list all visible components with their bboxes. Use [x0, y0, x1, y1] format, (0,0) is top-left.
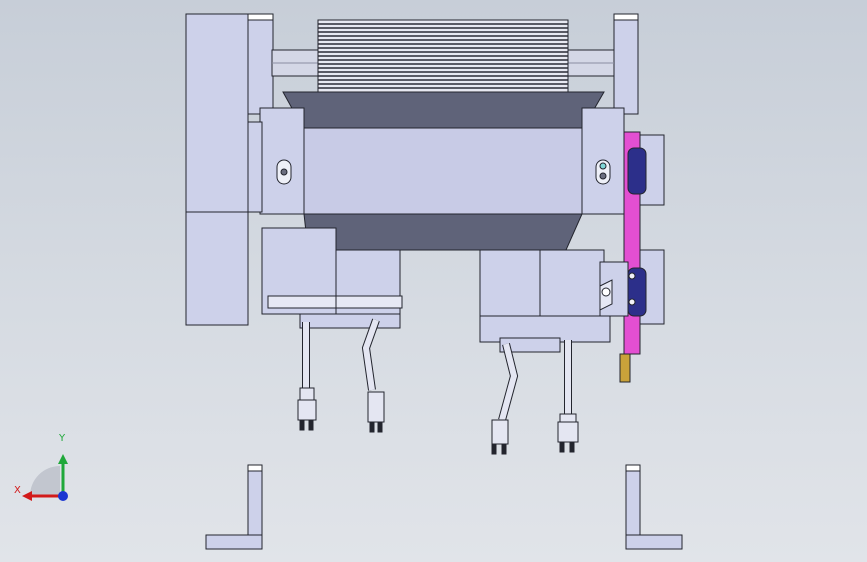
cable-left-2 [361, 318, 380, 391]
triad-graphic [22, 454, 68, 501]
cable-right-1 [498, 343, 519, 422]
right-bearing-housing[interactable] [581, 107, 625, 215]
x-axis-label: X [14, 485, 21, 496]
z-axis-dot [58, 491, 68, 501]
drive-plate[interactable] [619, 131, 665, 383]
left-bearing-housing[interactable] [247, 107, 305, 215]
y-axis-label: Y [59, 433, 66, 444]
cad-viewport[interactable]: Y X [0, 0, 867, 562]
connector-right-1[interactable] [491, 419, 509, 455]
finned-motor[interactable] [317, 19, 569, 93]
right-side-plate[interactable] [613, 13, 639, 115]
motor-assembly-model[interactable] [0, 0, 867, 562]
connector-right-2[interactable] [557, 413, 579, 453]
hopper[interactable] [282, 91, 605, 251]
orientation-triad[interactable]: Y X [10, 434, 80, 510]
bottom-left-bracket[interactable] [205, 464, 263, 550]
connector-left-1[interactable] [297, 387, 317, 431]
bottom-right-bracket[interactable] [625, 464, 683, 550]
connector-left-2[interactable] [367, 391, 385, 433]
right-gear-motor[interactable] [479, 249, 629, 353]
